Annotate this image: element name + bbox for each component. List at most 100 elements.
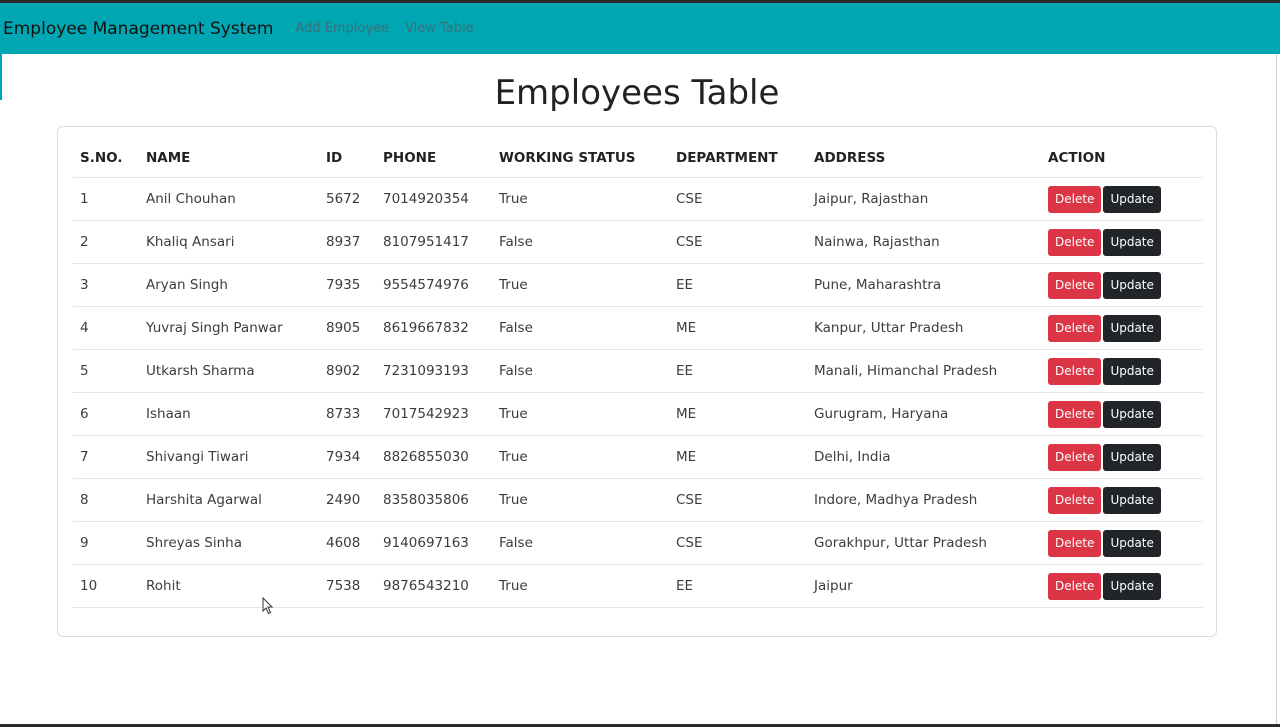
cell-sno: 3 bbox=[73, 263, 139, 307]
cell-address: Nainwa, Rajasthan bbox=[807, 220, 1041, 264]
cell-phone: 9876543210 bbox=[376, 564, 492, 608]
delete-button[interactable]: Delete bbox=[1048, 529, 1102, 557]
navbar-brand[interactable]: Employee Management System bbox=[3, 19, 273, 39]
cell-address: Indore, Madhya Pradesh bbox=[807, 478, 1041, 522]
cell-working-status: True bbox=[492, 263, 669, 307]
column-header-name: NAME bbox=[139, 139, 319, 178]
cell-address: Manali, Himanchal Pradesh bbox=[807, 349, 1041, 393]
update-button[interactable]: Update bbox=[1103, 443, 1161, 471]
cell-department: CSE bbox=[669, 521, 807, 565]
cell-sno: 4 bbox=[73, 306, 139, 350]
cell-phone: 9554574976 bbox=[376, 263, 492, 307]
update-button[interactable]: Update bbox=[1103, 400, 1161, 428]
cell-department: CSE bbox=[669, 478, 807, 522]
cell-address: Kanpur, Uttar Pradesh bbox=[807, 306, 1041, 350]
delete-button[interactable]: Delete bbox=[1048, 314, 1102, 342]
delete-button[interactable]: Delete bbox=[1048, 357, 1102, 385]
cell-working-status: False bbox=[492, 349, 669, 393]
cell-action: Delete Update bbox=[1041, 220, 1203, 264]
update-button[interactable]: Update bbox=[1103, 271, 1161, 299]
cell-name: Shivangi Tiwari bbox=[139, 435, 319, 479]
cell-phone: 7014920354 bbox=[376, 177, 492, 221]
column-header-phone: PHONE bbox=[376, 139, 492, 178]
cell-working-status: True bbox=[492, 392, 669, 436]
cell-id: 5672 bbox=[319, 177, 376, 221]
update-button[interactable]: Update bbox=[1103, 357, 1161, 385]
cell-working-status: True bbox=[492, 564, 669, 608]
page-title: Employees Table bbox=[494, 73, 780, 113]
cell-department: CSE bbox=[669, 220, 807, 264]
cell-sno: 1 bbox=[73, 177, 139, 221]
delete-button[interactable]: Delete bbox=[1048, 271, 1102, 299]
table-row: 5 Utkarsh Sharma 8902 7231093193 False EE Mana… bbox=[73, 349, 1203, 393]
cell-id: 8937 bbox=[319, 220, 376, 264]
cell-phone: 9140697163 bbox=[376, 521, 492, 565]
table-header-row: S.NO. NAME ID PHONE WORKING STATUS DEPAR… bbox=[73, 139, 1203, 178]
cell-sno: 9 bbox=[73, 521, 139, 565]
delete-button[interactable]: Delete bbox=[1048, 572, 1102, 600]
cell-department: ME bbox=[669, 392, 807, 436]
cell-working-status: True bbox=[492, 177, 669, 221]
cell-action: Delete Update bbox=[1041, 349, 1203, 393]
delete-button[interactable]: Delete bbox=[1048, 486, 1102, 514]
right-edge-divider bbox=[1276, 54, 1277, 724]
delete-button[interactable]: Delete bbox=[1048, 443, 1102, 471]
update-button[interactable]: Update bbox=[1103, 486, 1161, 514]
cell-working-status: False bbox=[492, 306, 669, 350]
cell-name: Utkarsh Sharma bbox=[139, 349, 319, 393]
cell-id: 7934 bbox=[319, 435, 376, 479]
cell-id: 2490 bbox=[319, 478, 376, 522]
update-button[interactable]: Update bbox=[1103, 228, 1161, 256]
cell-action: Delete Update bbox=[1041, 263, 1203, 307]
cell-action: Delete Update bbox=[1041, 478, 1203, 522]
cell-working-status: True bbox=[492, 478, 669, 522]
column-header-sno: S.NO. bbox=[73, 139, 139, 178]
cell-department: EE bbox=[669, 349, 807, 393]
cell-action: Delete Update bbox=[1041, 392, 1203, 436]
delete-button[interactable]: Delete bbox=[1048, 228, 1102, 256]
delete-button[interactable]: Delete bbox=[1048, 400, 1102, 428]
cell-id: 7538 bbox=[319, 564, 376, 608]
table-row: 3 Aryan Singh 7935 9554574976 True EE Pune, Ma… bbox=[73, 263, 1203, 307]
cell-id: 8733 bbox=[319, 392, 376, 436]
table-row: 4 Yuvraj Singh Panwar 8905 8619667832 False M… bbox=[73, 306, 1203, 350]
update-button[interactable]: Update bbox=[1103, 529, 1161, 557]
cell-sno: 10 bbox=[73, 564, 139, 608]
update-button[interactable]: Update bbox=[1103, 185, 1161, 213]
update-button[interactable]: Update bbox=[1103, 314, 1161, 342]
cell-id: 8902 bbox=[319, 349, 376, 393]
employees-table: S.NO. NAME ID PHONE WORKING STATUS DEPAR… bbox=[73, 139, 1203, 608]
nav-link-add-employee[interactable]: Add Employee bbox=[295, 21, 389, 36]
nav-link-view-table[interactable]: View Table bbox=[405, 21, 474, 36]
cell-id: 7935 bbox=[319, 263, 376, 307]
cell-working-status: True bbox=[492, 435, 669, 479]
table-body: 1 Anil Chouhan 5672 7014920354 True CSE Jaipur… bbox=[73, 177, 1203, 608]
cell-working-status: False bbox=[492, 220, 669, 264]
cell-sno: 8 bbox=[73, 478, 139, 522]
cell-name: Anil Chouhan bbox=[139, 177, 319, 221]
cell-department: EE bbox=[669, 564, 807, 608]
cell-phone: 7017542923 bbox=[376, 392, 492, 436]
cell-action: Delete Update bbox=[1041, 564, 1203, 608]
cell-name: Khaliq Ansari bbox=[139, 220, 319, 264]
cell-phone: 8826855030 bbox=[376, 435, 492, 479]
cell-id: 8905 bbox=[319, 306, 376, 350]
cell-working-status: False bbox=[492, 521, 669, 565]
column-header-working-status: WORKING STATUS bbox=[492, 139, 669, 178]
cell-sno: 5 bbox=[73, 349, 139, 393]
column-header-id: ID bbox=[319, 139, 376, 178]
column-header-address: ADDRESS bbox=[807, 139, 1041, 178]
table-row: 2 Khaliq Ansari 8937 8107951417 False CSE Nain… bbox=[73, 220, 1203, 264]
cell-action: Delete Update bbox=[1041, 521, 1203, 565]
delete-button[interactable]: Delete bbox=[1048, 185, 1102, 213]
employees-table-card: S.NO. NAME ID PHONE WORKING STATUS DEPAR… bbox=[57, 126, 1217, 637]
mouse-pointer-icon bbox=[262, 597, 274, 615]
cell-name: Ishaan bbox=[139, 392, 319, 436]
update-button[interactable]: Update bbox=[1103, 572, 1161, 600]
cell-address: Jaipur, Rajasthan bbox=[807, 177, 1041, 221]
table-row: 7 Shivangi Tiwari 7934 8826855030 True ME Delh… bbox=[73, 435, 1203, 479]
cell-name: Aryan Singh bbox=[139, 263, 319, 307]
table-row: 6 Ishaan 8733 7017542923 True ME Gurugram, Har… bbox=[73, 392, 1203, 436]
cell-id: 4608 bbox=[319, 521, 376, 565]
cell-action: Delete Update bbox=[1041, 177, 1203, 221]
